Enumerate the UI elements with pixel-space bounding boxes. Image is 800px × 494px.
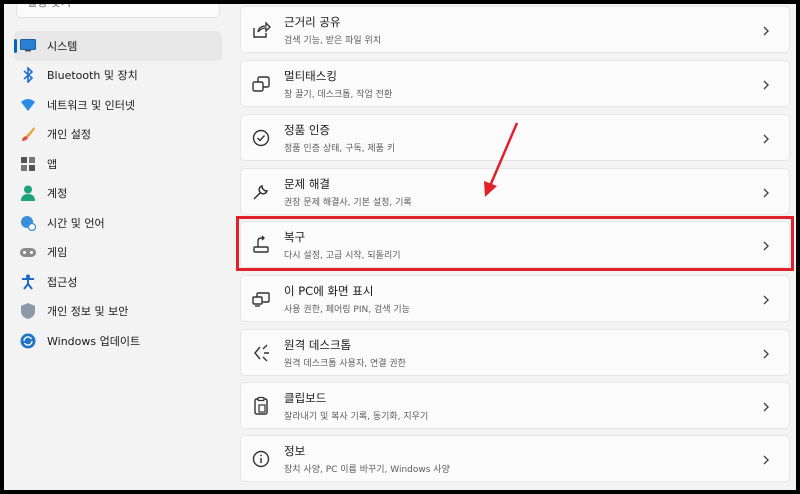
setting-title: 정보 <box>284 444 306 458</box>
chevron-right-icon <box>761 452 771 466</box>
accessibility-icon <box>19 273 37 291</box>
settings-window: 설정 찾기 시스템 Bluetooth 및 장치 네트워크 및 인터넷 개인 설… <box>4 4 796 490</box>
gamepad-icon <box>19 243 37 261</box>
info-icon <box>251 449 271 469</box>
update-icon <box>19 332 37 350</box>
setting-about[interactable]: 정보 장치 사양, PC 이름 바꾸기, Windows 사양 <box>240 435 790 482</box>
sidebar-item-system[interactable]: 시스템 <box>14 31 222 61</box>
bluetooth-icon <box>19 66 37 84</box>
setting-title: 이 PC에 화면 표시 <box>284 284 374 298</box>
setting-subtitle: 사용 권한, 페어링 PIN, 검색 기능 <box>284 305 410 315</box>
chevron-right-icon <box>761 77 771 91</box>
brush-icon <box>19 125 37 143</box>
sidebar-nav: 시스템 Bluetooth 및 장치 네트워크 및 인터넷 개인 설정 앱 계정… <box>14 31 222 356</box>
sidebar-item-personalization[interactable]: 개인 설정 <box>14 120 222 150</box>
apps-icon <box>19 155 37 173</box>
clipboard-icon <box>251 396 271 416</box>
sidebar-item-network[interactable]: 네트워크 및 인터넷 <box>14 90 222 120</box>
setting-subtitle: 정품 인증 상태, 구독, 제품 키 <box>284 144 396 154</box>
sidebar-item-label: 접근성 <box>47 275 78 289</box>
chevron-right-icon <box>761 131 771 145</box>
setting-subtitle: 장치 사양, PC 이름 바꾸기, Windows 사양 <box>284 465 450 475</box>
chevron-right-icon <box>761 23 771 37</box>
remote-desktop-icon <box>251 343 271 363</box>
sidebar-item-label: 앱 <box>47 157 58 171</box>
setting-title: 원격 데스크톱 <box>284 338 352 352</box>
setting-clipboard[interactable]: 클립보드 잘라내기 및 복사 기록, 동기화, 지우기 <box>240 382 790 429</box>
sidebar-item-label: 시간 및 언어 <box>47 216 105 230</box>
setting-remote-desktop[interactable]: 원격 데스크톱 원격 데스크톱 사용자, 연결 권한 <box>240 329 790 376</box>
sidebar-item-label: 계정 <box>47 187 68 201</box>
recovery-icon <box>251 235 271 255</box>
setting-subtitle: 권장 문제 해결사, 기본 설정, 기록 <box>284 198 412 208</box>
chevron-right-icon <box>761 238 771 252</box>
setting-subtitle: 잘라내기 및 복사 기록, 동기화, 지우기 <box>284 412 429 422</box>
project-icon <box>251 289 271 309</box>
sidebar-item-label: 시스템 <box>47 39 78 53</box>
sidebar-item-accounts[interactable]: 계정 <box>14 179 222 209</box>
sidebar-item-label: 네트워크 및 인터넷 <box>47 98 135 112</box>
setting-subtitle: 검색 기능, 받은 파일 위치 <box>284 36 382 46</box>
monitor-icon <box>19 37 37 55</box>
sidebar-item-windows-update[interactable]: Windows 업데이트 <box>14 326 222 356</box>
setting-title: 복구 <box>284 230 306 244</box>
globe-clock-icon <box>19 214 37 232</box>
setting-subtitle: 창 끌기, 데스크톱, 작업 전환 <box>284 90 393 100</box>
sidebar-item-gaming[interactable]: 게임 <box>14 238 222 268</box>
sidebar-item-label: 게임 <box>47 246 68 260</box>
setting-title: 클립보드 <box>284 391 327 405</box>
sidebar-item-label: 개인 설정 <box>47 128 91 142</box>
person-icon <box>19 184 37 202</box>
search-input[interactable]: 설정 찾기 <box>16 4 220 18</box>
activation-icon <box>251 128 271 148</box>
multitask-icon <box>251 74 271 94</box>
sidebar-item-accessibility[interactable]: 접근성 <box>14 267 222 297</box>
setting-activation[interactable]: 정품 인증 정품 인증 상태, 구독, 제품 키 <box>240 114 790 161</box>
setting-title: 문제 해결 <box>284 177 330 191</box>
sidebar-item-label: Windows 업데이트 <box>47 334 141 348</box>
setting-multitasking[interactable]: 멀티태스킹 창 끌기, 데스크톱, 작업 전환 <box>240 60 790 107</box>
wifi-icon <box>19 96 37 114</box>
setting-project-to-pc[interactable]: 이 PC에 화면 표시 사용 권한, 페어링 PIN, 검색 기능 <box>240 275 790 322</box>
setting-subtitle: 원격 데스크톱 사용자, 연결 권한 <box>284 359 406 369</box>
chevron-right-icon <box>761 185 771 199</box>
sidebar-item-bluetooth[interactable]: Bluetooth 및 장치 <box>14 61 222 91</box>
sidebar-item-label: 개인 정보 및 보안 <box>47 305 129 319</box>
setting-troubleshoot[interactable]: 문제 해결 권장 문제 해결사, 기본 설정, 기록 <box>240 168 790 215</box>
share-icon <box>251 20 271 40</box>
chevron-right-icon <box>761 292 771 306</box>
setting-title: 정품 인증 <box>284 123 330 137</box>
shield-icon <box>19 302 37 320</box>
setting-nearby-sharing[interactable]: 근거리 공유 검색 기능, 받은 파일 위치 <box>240 6 790 53</box>
sidebar-item-time-language[interactable]: 시간 및 언어 <box>14 208 222 238</box>
setting-subtitle: 다시 설정, 고급 시작, 되돌리기 <box>284 251 401 261</box>
chevron-right-icon <box>761 399 771 413</box>
chevron-right-icon <box>761 346 771 360</box>
sidebar-item-privacy[interactable]: 개인 정보 및 보안 <box>14 297 222 327</box>
sidebar-item-label: Bluetooth 및 장치 <box>47 69 138 83</box>
setting-title: 근거리 공유 <box>284 15 341 29</box>
setting-recovery[interactable]: 복구 다시 설정, 고급 시작, 되돌리기 <box>240 221 790 268</box>
wrench-icon <box>251 182 271 202</box>
setting-title: 멀티태스킹 <box>284 69 337 83</box>
sidebar-item-apps[interactable]: 앱 <box>14 149 222 179</box>
